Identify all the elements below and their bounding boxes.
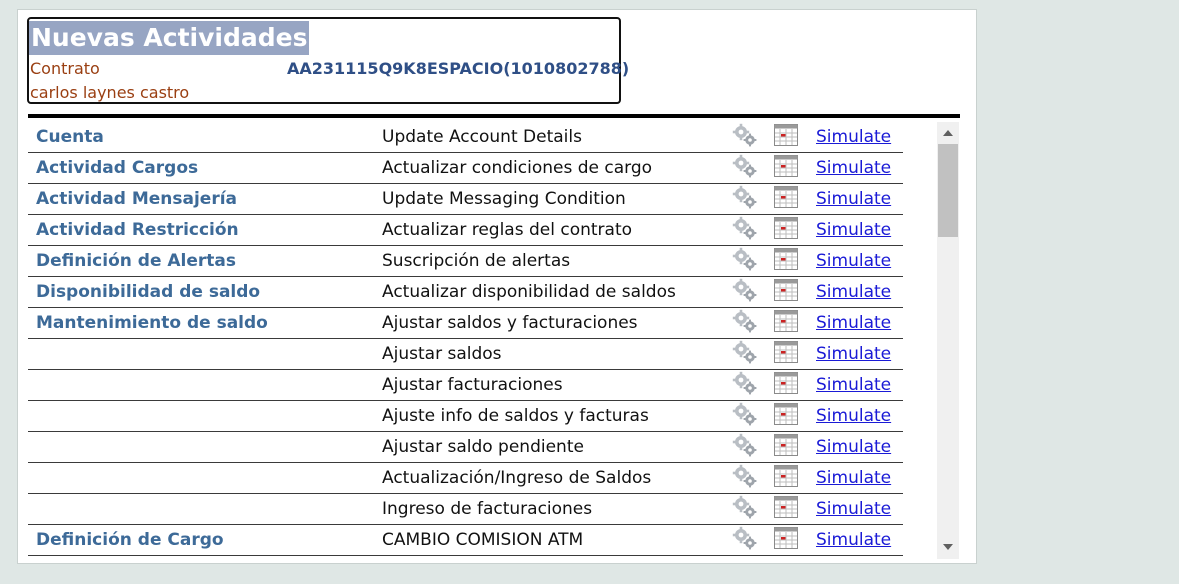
activities-panel: Nuevas Actividades Contrato AA231115Q9K8…: [17, 9, 977, 564]
activity-label: Ingreso de facturaciones: [382, 493, 732, 525]
simulate-link[interactable]: Simulate: [812, 214, 903, 246]
contract-id: AA231115Q9K8ESPACIO(1010802788): [287, 59, 630, 78]
calendar-icon[interactable]: [774, 433, 798, 461]
scroll-up-arrow-icon[interactable]: [943, 130, 953, 136]
table-row: Actividad Restricción Actualizar reglas …: [28, 214, 903, 246]
simulate-link[interactable]: Simulate: [812, 369, 903, 401]
gears-icon[interactable]: [732, 464, 758, 493]
table-row: Ajustar facturaciones Simulate: [28, 369, 903, 401]
simulate-link[interactable]: Simulate: [812, 462, 903, 494]
simulate-link[interactable]: Simulate: [812, 276, 903, 308]
gears-icon[interactable]: [732, 123, 758, 152]
calendar-icon[interactable]: [774, 154, 798, 182]
gears-icon[interactable]: [732, 526, 758, 555]
activity-label: Ajustar facturaciones: [382, 369, 732, 401]
activity-label: Update Messaging Condition: [382, 183, 732, 215]
category-label: [28, 338, 382, 370]
table-row: Mantenimiento de saldo Ajustar saldos y …: [28, 307, 903, 339]
contract-header: Nuevas Actividades Contrato AA231115Q9K8…: [27, 17, 629, 104]
category-label: [28, 493, 382, 525]
header-divider: [28, 114, 960, 118]
gears-icon[interactable]: [732, 185, 758, 214]
activity-label: Actualización/Ingreso de Saldos: [382, 462, 732, 494]
table-row: Disponibilidad de saldo Actualizar dispo…: [28, 276, 903, 308]
calendar-icon[interactable]: [774, 464, 798, 492]
calendar-icon[interactable]: [774, 402, 798, 430]
table-row: Definición de Cargo CAMBIO COMISION ATM: [28, 524, 903, 556]
calendar-icon[interactable]: [774, 278, 798, 306]
simulate-link[interactable]: Simulate: [812, 524, 903, 556]
scrollbar-thumb[interactable]: [938, 144, 958, 237]
table-row: Cuenta Update Account Details Simulate: [28, 122, 903, 153]
gears-icon[interactable]: [732, 495, 758, 524]
scroll-down-arrow-icon[interactable]: [943, 544, 953, 550]
gears-icon[interactable]: [732, 340, 758, 369]
gears-icon[interactable]: [732, 154, 758, 183]
category-label: Actividad Mensajería: [28, 183, 382, 215]
activities-list: Cuenta Update Account Details Simulate A…: [28, 122, 960, 559]
category-label: Disponibilidad de saldo: [28, 276, 382, 308]
simulate-link[interactable]: Simulate: [812, 431, 903, 463]
activity-label: Suscripción de alertas: [382, 245, 732, 277]
category-label: Actividad Cargos: [28, 152, 382, 184]
activity-label: Ajustar saldos: [382, 338, 732, 370]
category-label: Actividad Restricción: [28, 214, 382, 246]
calendar-icon[interactable]: [774, 247, 798, 275]
gears-icon[interactable]: [732, 433, 758, 462]
activity-label: Actualizar reglas del contrato: [382, 214, 732, 246]
activities-table: Cuenta Update Account Details Simulate A…: [28, 122, 903, 556]
table-row: Ajuste info de saldos y facturas Simulat…: [28, 400, 903, 432]
category-label: [28, 369, 382, 401]
table-row: Ajustar saldos Simulate: [28, 338, 903, 370]
category-label: Cuenta: [28, 122, 382, 153]
category-label: [28, 400, 382, 432]
gears-icon[interactable]: [732, 402, 758, 431]
simulate-link[interactable]: Simulate: [812, 245, 903, 277]
category-label: Mantenimiento de saldo: [28, 307, 382, 339]
contract-label: Contrato: [30, 59, 100, 78]
table-row: Ingreso de facturaciones Simulate: [28, 493, 903, 525]
calendar-icon[interactable]: [774, 526, 798, 554]
category-label: [28, 462, 382, 494]
calendar-icon[interactable]: [774, 309, 798, 337]
calendar-icon[interactable]: [774, 495, 798, 523]
table-row: Definición de Alertas Suscripción de ale…: [28, 245, 903, 277]
activity-label: Actualizar disponibilidad de saldos: [382, 276, 732, 308]
vertical-scrollbar[interactable]: [937, 122, 959, 559]
calendar-icon[interactable]: [774, 123, 798, 151]
simulate-link[interactable]: Simulate: [812, 493, 903, 525]
calendar-icon[interactable]: [774, 185, 798, 213]
customer-name: carlos laynes castro: [30, 83, 190, 102]
activity-label: CAMBIO COMISION ATM: [382, 524, 732, 556]
calendar-icon[interactable]: [774, 216, 798, 244]
gears-icon[interactable]: [732, 309, 758, 338]
activity-label: Actualizar condiciones de cargo: [382, 152, 732, 184]
activity-label: Ajustar saldo pendiente: [382, 431, 732, 463]
simulate-link[interactable]: Simulate: [812, 338, 903, 370]
category-label: [28, 431, 382, 463]
gears-icon[interactable]: [732, 247, 758, 276]
table-row: Actividad Mensajería Update Messaging Co…: [28, 183, 903, 215]
simulate-link[interactable]: Simulate: [812, 152, 903, 184]
simulate-link[interactable]: Simulate: [812, 307, 903, 339]
gears-icon[interactable]: [732, 371, 758, 400]
table-row: Ajustar saldo pendiente Simulate: [28, 431, 903, 463]
activity-label: Ajuste info de saldos y facturas: [382, 400, 732, 432]
table-row: Actividad Cargos Actualizar condiciones …: [28, 152, 903, 184]
category-label: Definición de Alertas: [28, 245, 382, 277]
gears-icon[interactable]: [732, 216, 758, 245]
simulate-link[interactable]: Simulate: [812, 400, 903, 432]
activity-label: Ajustar saldos y facturaciones: [382, 307, 732, 339]
category-label: Definición de Cargo: [28, 524, 382, 556]
simulate-link[interactable]: Simulate: [812, 183, 903, 215]
page-title: Nuevas Actividades: [29, 21, 310, 55]
gears-icon[interactable]: [732, 278, 758, 307]
calendar-icon[interactable]: [774, 371, 798, 399]
table-row: Actualización/Ingreso de Saldos Simulate: [28, 462, 903, 494]
simulate-link[interactable]: Simulate: [812, 122, 903, 153]
activity-label: Update Account Details: [382, 122, 732, 153]
calendar-icon[interactable]: [774, 340, 798, 368]
